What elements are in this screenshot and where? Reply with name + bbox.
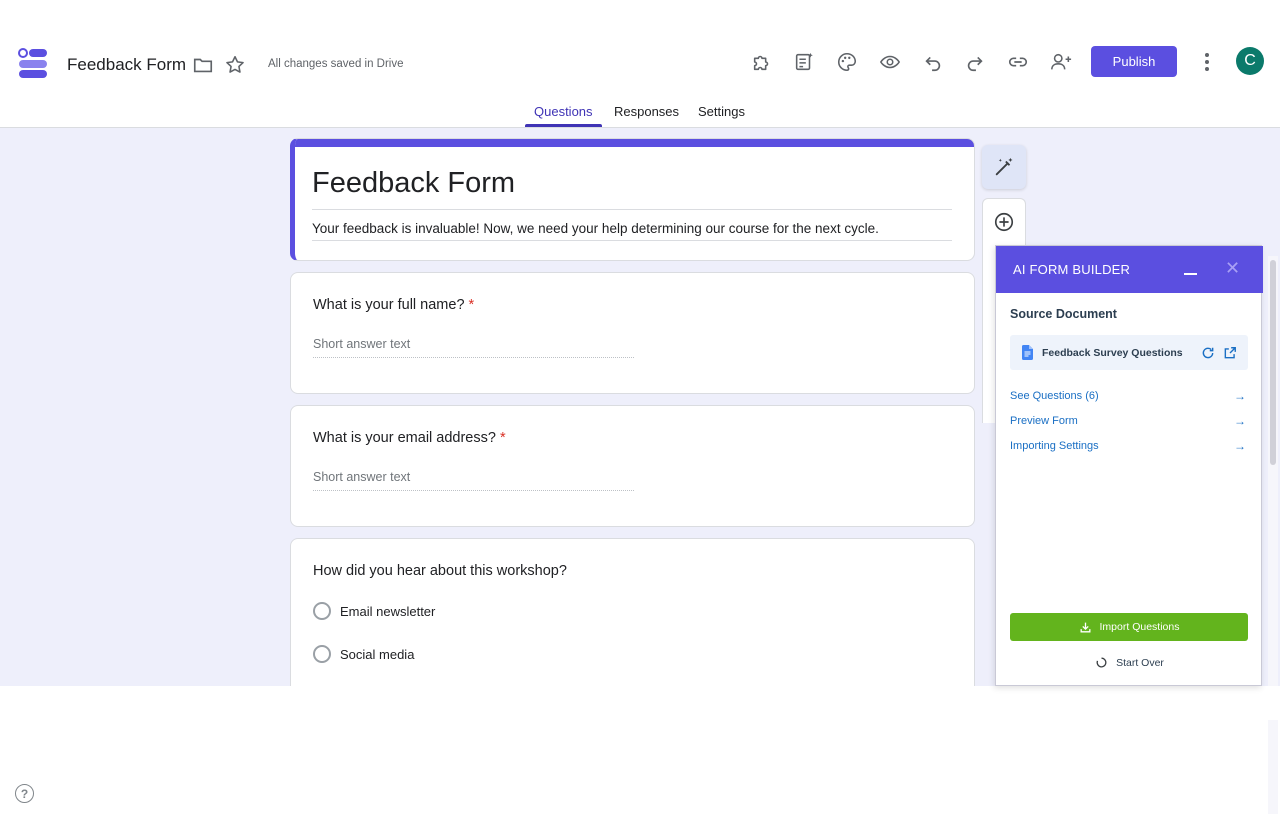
option-email-newsletter[interactable]: Email newsletter: [313, 602, 435, 620]
ai-magic-button[interactable]: [982, 145, 1026, 189]
palette-icon[interactable]: [835, 50, 859, 74]
question-card-workshop-source[interactable]: How did you hear about this workshop? Em…: [290, 538, 975, 698]
required-asterisk: *: [499, 430, 506, 446]
form-heading[interactable]: Feedback Form: [312, 167, 515, 200]
import-icon: [1080, 622, 1090, 632]
publish-button[interactable]: Publish: [1091, 46, 1177, 77]
account-avatar[interactable]: C: [1236, 47, 1264, 75]
answer-underline: [313, 357, 634, 358]
magic-wand-icon: [995, 157, 1013, 176]
question-card-email[interactable]: What is your email address? * Short answe…: [290, 405, 975, 527]
restart-icon: [1096, 657, 1107, 668]
option-social-media[interactable]: Social media: [313, 645, 414, 663]
required-asterisk: *: [468, 297, 475, 313]
see-questions-link[interactable]: See Questions (6) →: [1010, 389, 1248, 406]
source-document-label: Source Document: [1010, 307, 1117, 321]
question-text: What is your email address?: [313, 430, 496, 446]
minimize-icon[interactable]: [1184, 273, 1197, 275]
import-questions-button[interactable]: Import Questions: [1010, 613, 1248, 641]
start-over-label: Start Over: [1116, 656, 1164, 669]
source-document-card[interactable]: Feedback Survey Questions: [1010, 335, 1248, 370]
form-description[interactable]: Your feedback is invaluable! Now, we nee…: [312, 221, 879, 236]
open-external-icon[interactable]: [1223, 346, 1237, 360]
form-title[interactable]: Feedback Form: [67, 55, 186, 75]
panel-title: AI FORM BUILDER: [1013, 262, 1131, 277]
forms-logo-icon[interactable]: [16, 46, 50, 80]
option-label: Email newsletter: [340, 603, 436, 619]
preview-eye-icon[interactable]: [878, 50, 902, 74]
refresh-icon[interactable]: [1201, 346, 1215, 360]
scrollbar-thumb[interactable]: [1270, 260, 1276, 465]
redo-icon[interactable]: [963, 50, 987, 74]
form-tabs: Questions Responses Settings: [0, 100, 1280, 128]
short-answer-placeholder: Short answer text: [313, 337, 411, 351]
question-text: How did you hear about this workshop?: [313, 563, 567, 579]
app-header: Feedback Form All changes saved in Drive…: [0, 0, 1280, 128]
question-title: What is your full name? *: [313, 297, 474, 313]
panel-header: AI FORM BUILDER ✕: [996, 246, 1263, 293]
add-collaborator-icon[interactable]: [1049, 50, 1073, 74]
tab-responses[interactable]: Responses: [614, 104, 679, 119]
tab-settings[interactable]: Settings: [698, 104, 745, 119]
close-icon[interactable]: ✕: [1225, 258, 1240, 279]
document-name[interactable]: Feedback Survey Questions: [1042, 347, 1183, 359]
option-label: Social media: [340, 646, 415, 662]
folder-icon[interactable]: [191, 53, 215, 77]
link-label: Importing Settings: [1010, 440, 1099, 452]
form-title-card[interactable]: Feedback Form Your feedback is invaluabl…: [290, 138, 975, 261]
question-text: What is your full name?: [313, 297, 465, 313]
bottom-bar: [0, 686, 1280, 720]
google-doc-icon: [1022, 345, 1033, 360]
question-card-full-name[interactable]: What is your full name? * Short answer te…: [290, 272, 975, 394]
divider: [312, 209, 952, 210]
question-title: What is your email address? *: [313, 430, 506, 446]
star-icon[interactable]: [223, 53, 247, 77]
puzzle-icon[interactable]: [750, 50, 774, 74]
answer-underline: [313, 490, 634, 491]
radio-button[interactable]: [313, 645, 331, 663]
link-icon[interactable]: [1006, 50, 1030, 74]
sparkle-list-icon[interactable]: [792, 50, 816, 74]
title-card-accent: [295, 139, 974, 147]
preview-form-link[interactable]: Preview Form →: [1010, 414, 1248, 431]
link-label: Preview Form: [1010, 415, 1078, 427]
ai-form-builder-panel: AI FORM BUILDER ✕ Source Document Feedba…: [995, 245, 1263, 686]
import-label: Import Questions: [1099, 621, 1180, 633]
short-answer-placeholder: Short answer text: [313, 470, 411, 484]
add-question-icon[interactable]: [993, 211, 1015, 233]
arrow-right-icon: →: [1234, 439, 1246, 453]
help-icon[interactable]: ?: [15, 784, 34, 803]
tab-questions[interactable]: Questions: [534, 104, 593, 119]
active-tab-indicator: [525, 124, 602, 127]
arrow-right-icon: →: [1234, 414, 1246, 428]
importing-settings-link[interactable]: Importing Settings →: [1010, 439, 1248, 456]
divider: [312, 240, 952, 241]
more-options-icon[interactable]: [1195, 50, 1219, 74]
radio-button[interactable]: [313, 602, 331, 620]
arrow-right-icon: →: [1234, 389, 1246, 403]
start-over-button[interactable]: Start Over: [996, 656, 1263, 669]
link-label: See Questions (6): [1010, 390, 1099, 402]
undo-icon[interactable]: [921, 50, 945, 74]
save-status: All changes saved in Drive: [268, 58, 404, 70]
